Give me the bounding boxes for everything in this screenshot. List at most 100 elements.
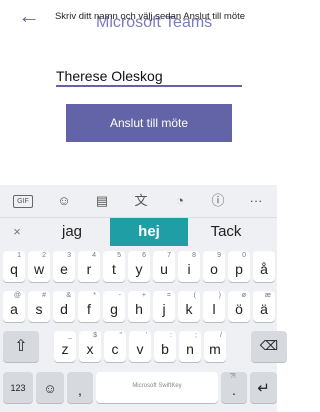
key-l-alt: ) (218, 292, 221, 299)
more-icon[interactable]: ··· (245, 191, 267, 211)
key-q-alt: 1 (17, 252, 21, 259)
key-m[interactable]: / m (204, 331, 226, 362)
key-ö-alt: ø (241, 292, 246, 299)
enter-key[interactable]: ↵ (250, 372, 277, 403)
key-d-alt: & (66, 292, 71, 299)
key-ä[interactable]: æä (253, 291, 275, 322)
key-ö[interactable]: øö (228, 291, 250, 322)
join-meeting-button[interactable]: Anslut till möte (66, 104, 232, 142)
key-r-label: r (86, 261, 92, 277)
key-ä-label: ä (260, 301, 268, 317)
key-r-alt: 4 (92, 252, 96, 259)
period-key-label: . (232, 382, 236, 398)
info-icon[interactable]: ⓘ (207, 191, 229, 211)
key-k-label: k (185, 301, 193, 317)
key-u[interactable]: 7u (153, 251, 175, 282)
key-y[interactable]: 6y (128, 251, 150, 282)
key-p-alt: 0 (242, 252, 246, 259)
key-z[interactable]: _ z (54, 331, 76, 362)
key-z-alt: _ (68, 332, 72, 339)
key-s[interactable]: # s (28, 291, 50, 322)
key-t-label: t (112, 261, 116, 277)
key-z-label: z (61, 341, 69, 357)
key-i-alt: 8 (192, 252, 196, 259)
name-input[interactable]: Therese Oleskog (56, 67, 242, 87)
key-å-label: å (260, 261, 268, 277)
suggestion-jag[interactable]: jag (34, 218, 110, 246)
key-c-alt: " (119, 332, 123, 339)
key-n-label: n (186, 341, 194, 357)
shift-icon: ⇧ (14, 338, 28, 355)
key-x[interactable]: $ x (79, 331, 101, 362)
space-key[interactable]: Microsoft SwiftKey (96, 372, 218, 403)
key-i[interactable]: 8i (178, 251, 200, 282)
suggestion-bar: × jag hej Tack (0, 217, 277, 246)
back-arrow-icon[interactable]: ← (18, 5, 42, 28)
key-r[interactable]: 4r (78, 251, 100, 282)
key-t-alt: 5 (117, 252, 121, 259)
key-q-label: q (10, 261, 18, 277)
key-f[interactable]: * f (78, 291, 100, 322)
key-b-label: b (161, 341, 169, 357)
key-k-alt: ( (193, 292, 196, 299)
key-v-label: v (136, 341, 144, 357)
key-q[interactable]: 1q (3, 251, 25, 282)
emoji-icon: ☺ (43, 381, 57, 396)
key-f-alt: * (93, 292, 96, 299)
key-u-alt: 7 (167, 252, 171, 259)
dismiss-suggestions-icon[interactable]: × (0, 218, 34, 246)
emoji-key[interactable]: ☺ (36, 372, 64, 403)
key-o[interactable]: 9o (203, 251, 225, 282)
period-key[interactable]: ?! . (221, 372, 247, 403)
suggestion-tack[interactable]: Tack (188, 218, 264, 246)
key-b[interactable]: :b (154, 331, 176, 362)
key-a-alt: @ (13, 292, 21, 299)
key-ä-alt: æ (264, 292, 271, 299)
backspace-icon: ⌫ (259, 338, 279, 353)
key-i-label: i (187, 261, 191, 277)
gif-icon[interactable]: GIF (13, 195, 33, 208)
shift-key[interactable]: ⇧ (3, 331, 39, 362)
key-y-alt: 6 (142, 252, 146, 259)
key-o-label: o (210, 261, 218, 277)
suggestion-hej[interactable]: hej (110, 218, 188, 246)
sticker-icon[interactable]: ☺ (53, 191, 75, 211)
keyboard: GIF ☺ ▤ 文 ◔ ⓘ ··· × jag hej Tack ⇧ ⌫ 123 ☺ , M… (0, 185, 287, 412)
key-d[interactable]: & d (53, 291, 75, 322)
key-o-alt: 9 (217, 252, 221, 259)
key-t[interactable]: 5t (103, 251, 125, 282)
key-k[interactable]: (k (178, 291, 200, 322)
key-h-alt: + (141, 292, 146, 299)
key-y-label: y (135, 261, 143, 277)
key-p-label: p (235, 261, 243, 277)
key-g[interactable]: -g (103, 291, 125, 322)
comma-key[interactable]: , (67, 372, 93, 403)
backspace-key[interactable]: ⌫ (251, 331, 287, 362)
keyboard-toolbar: GIF ☺ ▤ 文 ◔ ⓘ ··· (0, 185, 277, 216)
instruction-text: Skriv ditt namn och välj sedan Anslut ti… (54, 11, 246, 22)
key-a-label: a (10, 301, 18, 317)
key-w[interactable]: 2w (28, 251, 50, 282)
palette-icon[interactable]: ◔ (169, 191, 191, 211)
enter-icon: ↵ (257, 380, 270, 397)
key-å[interactable]: å (253, 251, 275, 282)
clipboard-icon[interactable]: ▤ (91, 191, 113, 211)
key-p[interactable]: 0p (228, 251, 250, 282)
key-j[interactable]: = j (153, 291, 175, 322)
key-c[interactable]: " c (104, 331, 126, 362)
key-a[interactable]: @ a (3, 291, 25, 322)
key-h[interactable]: + h (128, 291, 150, 322)
translate-icon[interactable]: 文 (130, 191, 152, 211)
comma-key-label: , (78, 382, 82, 398)
key-g-alt: - (118, 292, 121, 299)
numbers-key-label: 123 (10, 383, 26, 393)
key-e[interactable]: 3e (53, 251, 75, 282)
key-n[interactable]: ; n (179, 331, 201, 362)
key-f-label: f (87, 301, 91, 317)
key-s-label: s (35, 301, 43, 317)
key-l[interactable]: ) l (203, 291, 225, 322)
numbers-key[interactable]: 123 (3, 372, 33, 403)
key-v[interactable]: ' v (129, 331, 151, 362)
key-g-label: g (110, 301, 118, 317)
key-m-label: m (209, 341, 221, 357)
